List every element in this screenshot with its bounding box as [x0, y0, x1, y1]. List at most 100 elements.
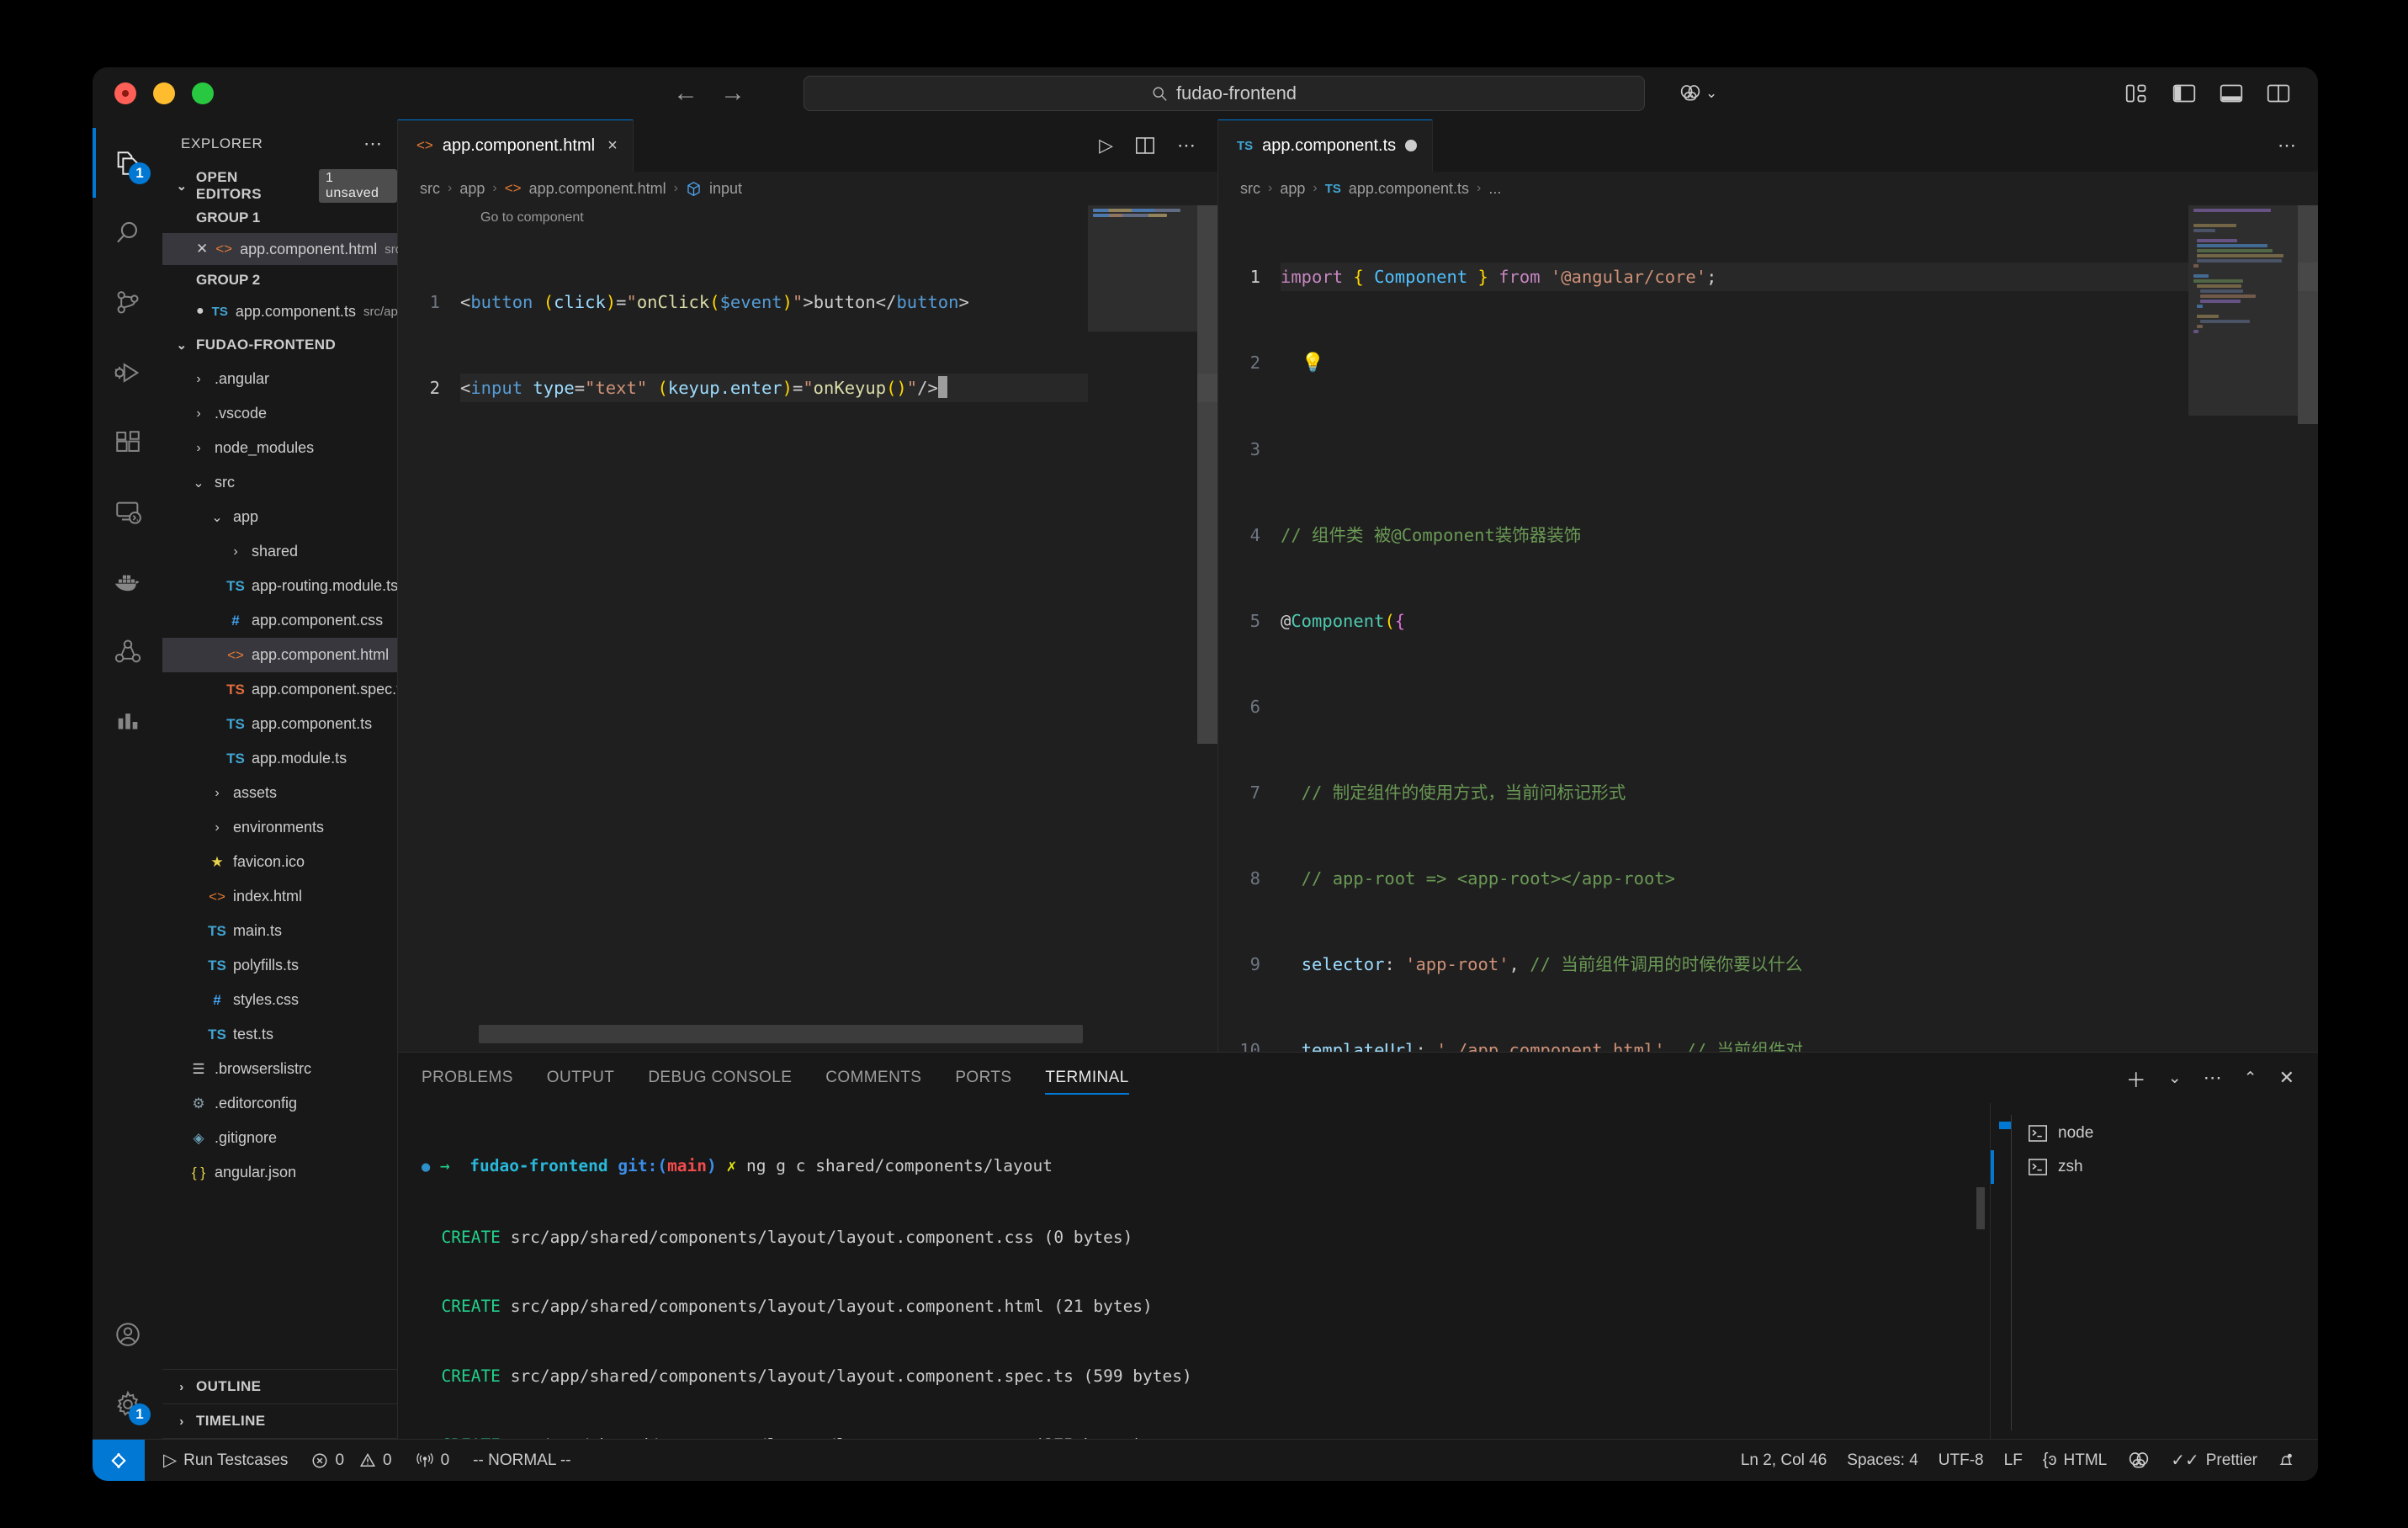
back-arrow-icon[interactable]: ← — [673, 81, 698, 106]
breadcrumb-item[interactable]: app.component.html — [529, 180, 666, 198]
tree-item-assets[interactable]: ›assets — [162, 776, 397, 810]
vertical-scrollbar-ts[interactable] — [2298, 205, 2318, 1052]
more-icon[interactable]: ⋯ — [1177, 135, 1196, 157]
tree-item-app[interactable]: ⌄app — [162, 500, 397, 534]
tree-item-favicon-ico[interactable]: ★favicon.ico — [162, 845, 397, 879]
status-copilot[interactable] — [2117, 1451, 2161, 1470]
maximize-window-button[interactable] — [192, 82, 214, 104]
new-terminal-plus-icon[interactable]: ＋ — [2126, 1064, 2146, 1093]
tab-app-component-ts[interactable]: TS app.component.ts — [1218, 119, 1433, 172]
status-notifications[interactable] — [2267, 1451, 2305, 1470]
status-encoding[interactable]: UTF-8 — [1928, 1451, 1994, 1470]
activity-item-explorer[interactable]: 1 — [93, 128, 162, 198]
tab-terminal[interactable]: TERMINAL — [1045, 1053, 1128, 1103]
breadcrumb-item[interactable]: src — [1240, 180, 1260, 198]
tab-debug-console[interactable]: DEBUG CONSOLE — [648, 1053, 792, 1103]
status-vim-mode[interactable]: -- NORMAL -- — [463, 1451, 581, 1470]
minimap-ts[interactable] — [2188, 205, 2298, 1052]
toggle-primary-sidebar-icon[interactable] — [2172, 82, 2197, 105]
command-center-search[interactable]: fudao-frontend — [804, 76, 1645, 111]
close-window-button[interactable] — [114, 82, 136, 104]
activity-item-testing[interactable] — [93, 617, 162, 687]
customize-layout-icon[interactable] — [2124, 82, 2150, 105]
activity-item-project-manager[interactable] — [93, 687, 162, 756]
tree-item-app-routing-module-ts[interactable]: TSapp-routing.module.ts — [162, 569, 397, 603]
minimize-window-button[interactable] — [153, 82, 175, 104]
more-icon[interactable]: ⋯ — [2204, 1067, 2222, 1089]
activity-item-docker[interactable] — [93, 547, 162, 617]
tree-item-angular[interactable]: ›.angular — [162, 362, 397, 396]
tree-item-index-html[interactable]: <>index.html — [162, 879, 397, 914]
tab-app-component-html[interactable]: <> app.component.html × — [398, 119, 634, 172]
tree-item-browserslistrc[interactable]: ☰.browserslistrc — [162, 1052, 397, 1086]
status-language-mode[interactable]: {ͽ HTML — [2033, 1451, 2117, 1470]
dirty-dot-icon[interactable]: ● — [196, 304, 204, 319]
chevron-up-icon[interactable]: ⌃ — [2244, 1069, 2257, 1088]
tree-item-editorconfig[interactable]: ⚙.editorconfig — [162, 1086, 397, 1121]
activity-item-remote-explorer[interactable] — [93, 477, 162, 547]
section-outline[interactable]: › OUTLINE — [162, 1370, 397, 1404]
activity-item-accounts[interactable] — [93, 1299, 162, 1369]
terminal-scrollbar[interactable] — [1976, 1187, 1985, 1229]
remote-window-button[interactable] — [93, 1440, 145, 1482]
tree-item-styles-css[interactable]: #styles.css — [162, 983, 397, 1017]
tab-problems[interactable]: PROBLEMS — [422, 1053, 513, 1103]
tree-item-gitignore[interactable]: ◈.gitignore — [162, 1121, 397, 1155]
tree-item-app-component-css[interactable]: #app.component.css — [162, 603, 397, 638]
breadcrumb-item[interactable]: app.component.ts — [1349, 180, 1469, 198]
tree-item-polyfills-ts[interactable]: TSpolyfills.ts — [162, 948, 397, 983]
tree-item-angular-json[interactable]: { }angular.json — [162, 1155, 397, 1190]
tree-item-shared[interactable]: ›shared — [162, 534, 397, 569]
activity-item-run-and-debug[interactable] — [93, 337, 162, 407]
toggle-panel-icon[interactable] — [2219, 82, 2244, 105]
chevron-down-icon[interactable]: ⌄ — [2168, 1069, 2182, 1088]
tree-item-app-component-ts[interactable]: TSapp.component.ts — [162, 707, 397, 741]
activity-item-extensions[interactable] — [93, 407, 162, 477]
terminal-output[interactable]: ● → fudao-frontend git:(main) ✗ ng g c s… — [398, 1103, 1990, 1439]
vertical-scrollbar-html[interactable] — [1197, 205, 1217, 1052]
copilot-menu-button[interactable]: ⌄ — [1679, 84, 1717, 103]
status-indentation[interactable]: Spaces: 4 — [1837, 1451, 1928, 1470]
split-editor-icon[interactable] — [1135, 136, 1155, 155]
minimap-html[interactable] — [1088, 205, 1197, 1052]
status-cursor-position[interactable]: Ln 2, Col 46 — [1731, 1451, 1837, 1470]
tree-item-main-ts[interactable]: TSmain.ts — [162, 914, 397, 948]
status-prettier[interactable]: ✓✓ Prettier — [2161, 1450, 2267, 1471]
section-project-root[interactable]: ⌄ FUDAO-FRONTEND — [162, 327, 397, 362]
tree-item-node-modules[interactable]: ›node_modules — [162, 431, 397, 465]
activity-item-search[interactable] — [93, 198, 162, 268]
tree-item-app-component-spec-ts[interactable]: TSapp.component.spec.ts — [162, 672, 397, 707]
tab-ports[interactable]: PORTS — [955, 1053, 1011, 1103]
open-editor-app-component-html[interactable]: ✕ <> app.component.html src/app — [162, 233, 397, 265]
close-icon[interactable]: ✕ — [2279, 1067, 2294, 1089]
status-eol[interactable]: LF — [1994, 1451, 2033, 1470]
breadcrumb-item[interactable]: ... — [1488, 180, 1501, 198]
code-editor-ts[interactable]: 1import { Component } from '@angular/cor… — [1218, 205, 2318, 1052]
breadcrumb-item[interactable]: input — [709, 180, 742, 198]
activity-item-source-control[interactable] — [93, 268, 162, 337]
more-icon[interactable]: ⋯ — [2278, 135, 2296, 157]
breadcrumb-item[interactable]: app — [459, 180, 485, 198]
section-timeline[interactable]: › TIMELINE — [162, 1404, 397, 1439]
tree-item-src[interactable]: ⌄src — [162, 465, 397, 500]
status-run-testcases[interactable]: ▷ Run Testcases — [153, 1450, 298, 1471]
terminal-list-item-node[interactable]: node — [1991, 1117, 2318, 1150]
open-editor-app-component-ts[interactable]: ● TS app.component.ts src/app — [162, 295, 397, 327]
activity-item-settings[interactable]: 1 — [93, 1369, 162, 1439]
status-ports[interactable]: 0 — [406, 1451, 460, 1470]
tree-item-vscode[interactable]: ›.vscode — [162, 396, 397, 431]
breadcrumb-item[interactable]: app — [1280, 180, 1305, 198]
run-icon[interactable]: ▷ — [1099, 135, 1113, 157]
dirty-dot-icon[interactable] — [1405, 140, 1417, 151]
tree-item-app-module-ts[interactable]: TSapp.module.ts — [162, 741, 397, 776]
tab-comments[interactable]: COMMENTS — [825, 1053, 921, 1103]
section-open-editors[interactable]: ⌄ OPEN EDITORS 1 unsaved — [162, 168, 397, 203]
code-editor-html[interactable]: Go to component 1 <button (click)="onCli… — [398, 205, 1217, 1052]
tree-item-environments[interactable]: ›environments — [162, 810, 397, 845]
lightbulb-icon[interactable]: 💡 — [1302, 353, 1324, 374]
toggle-secondary-sidebar-icon[interactable] — [2266, 82, 2291, 105]
sidebar-more-icon[interactable]: ⋯ — [363, 133, 384, 155]
tab-output[interactable]: OUTPUT — [547, 1053, 615, 1103]
tree-item-app-component-html[interactable]: <>app.component.html — [162, 638, 397, 672]
close-icon[interactable]: ✕ — [196, 241, 208, 257]
